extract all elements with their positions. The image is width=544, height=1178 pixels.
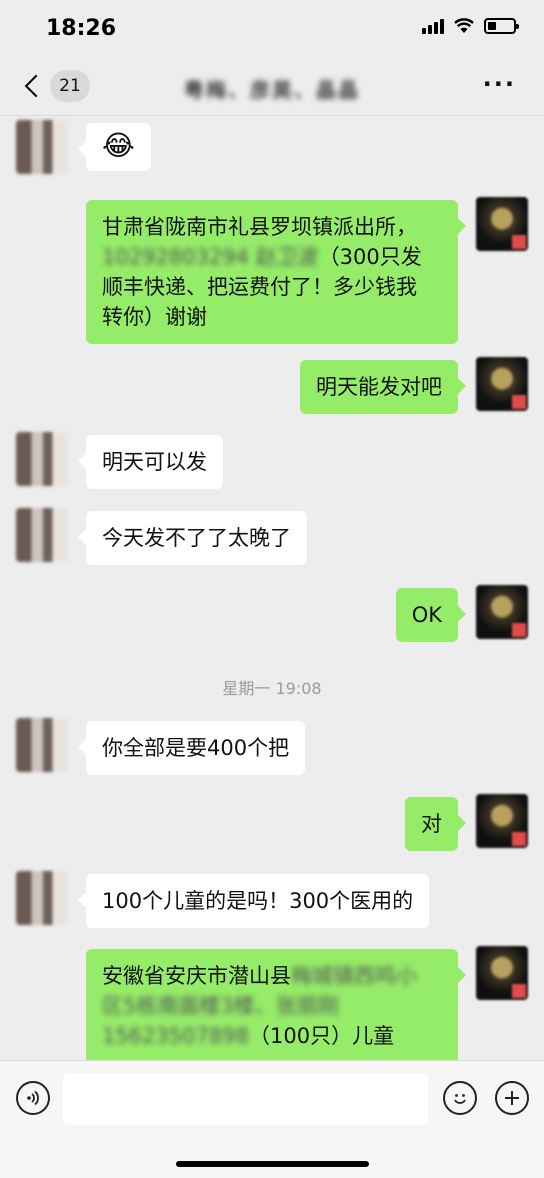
message-input[interactable] (63, 1073, 428, 1125)
message-list[interactable]: 😂 甘肃省陇南市礼县罗坝镇派出所， 10292803294 赵卫波（300只发 … (0, 117, 544, 1060)
avatar[interactable] (16, 718, 68, 772)
avatar[interactable] (16, 871, 68, 925)
avatar[interactable] (16, 508, 68, 562)
battery-icon (484, 18, 519, 34)
message-row: 甘肃省陇南市礼县罗坝镇派出所， 10292803294 赵卫波（300只发 顺丰… (0, 197, 544, 344)
message-text: 你全部是要400个把 (102, 736, 290, 760)
message-bubble[interactable]: 甘肃省陇南市礼县罗坝镇派出所， 10292803294 赵卫波（300只发 顺丰… (86, 200, 466, 344)
message-bubble[interactable]: 安徽省安庆市潜山县梅城镇西鸣小 区5栋南面楼3楼、张丽刚 15623507898… (86, 949, 466, 1060)
message-text: （300只发 (318, 245, 422, 269)
message-row: 对 (0, 794, 544, 852)
chat-title[interactable]: 粤梅、彦昊、晶晶 (0, 74, 544, 103)
chat-header: 21 粤梅、彦昊、晶晶 ··· (0, 58, 544, 116)
message-text-line: 10292803294 赵卫波（300只发 (102, 242, 442, 272)
message-text: （100只）儿童 (248, 1024, 395, 1048)
message-bubble[interactable]: 😂 (78, 123, 151, 171)
message-row: 今天发不了了太晚了 (0, 508, 544, 566)
message-bubble[interactable]: 明天可以发 (78, 435, 223, 489)
message-text-line: 15623507898（100只）儿童 (102, 1021, 442, 1051)
redacted-text: 10292803294 赵卫波 (102, 245, 319, 269)
message-text: 对 (421, 812, 442, 836)
message-bubble[interactable]: OK (395, 588, 467, 642)
message-row: 100个儿童的是吗！300个医用的 (0, 871, 544, 929)
avatar[interactable] (476, 357, 528, 411)
message-text-line: 甘肃省陇南市礼县罗坝镇派出所， (102, 215, 417, 239)
message-row: OK (0, 585, 544, 643)
redacted-text: 区5栋南面楼3楼、张丽刚 (102, 994, 339, 1018)
voice-waves-icon (27, 1090, 39, 1106)
status-bar: 18:26 (0, 0, 544, 58)
message-row: 明天能发对吧 (0, 357, 544, 415)
emoji-icon[interactable] (443, 1081, 477, 1115)
avatar[interactable] (16, 432, 68, 486)
message-text-line: 顺丰快递、把运费付了！多少钱我 (102, 275, 417, 299)
more-button[interactable]: ··· (483, 72, 516, 96)
message-text: 今天发不了了太晚了 (102, 526, 291, 550)
message-row: 你全部是要400个把 (0, 718, 544, 776)
message-text-line: 转你）谢谢 (102, 305, 207, 329)
home-indicator[interactable] (176, 1161, 369, 1167)
wifi-icon (454, 18, 474, 33)
message-bubble[interactable]: 你全部是要400个把 (77, 721, 306, 775)
plus-icon[interactable] (495, 1081, 529, 1115)
message-row: 😂 (0, 120, 544, 178)
avatar[interactable] (476, 946, 528, 1000)
message-bubble[interactable]: 明天能发对吧 (300, 360, 466, 414)
status-icons (422, 18, 519, 34)
message-text: 安徽省安庆市潜山县 (102, 964, 291, 988)
message-text: 100个儿童的是吗！300个医用的 (102, 889, 414, 913)
battery-level (488, 22, 496, 30)
message-text-line: 安徽省安庆市潜山县梅城镇西鸣小 (102, 961, 442, 991)
plus-sign-icon (505, 1091, 519, 1105)
avatar[interactable] (476, 585, 528, 639)
signal-icon (422, 18, 444, 34)
message-bubble[interactable]: 100个儿童的是吗！300个医用的 (77, 874, 430, 928)
avatar[interactable] (476, 794, 528, 848)
message-bubble[interactable]: 对 (405, 797, 466, 851)
redacted-text: 15623507898 (102, 1024, 249, 1048)
message-row: 明天可以发 (0, 432, 544, 490)
message-text: OK (411, 603, 442, 627)
avatar[interactable] (16, 120, 68, 174)
message-bubble[interactable]: 今天发不了了太晚了 (78, 511, 307, 565)
redacted-text: 梅城镇西鸣小 (291, 964, 417, 988)
laughing-emoji-icon: 😂 (102, 129, 135, 162)
message-text: 明天可以发 (102, 450, 207, 474)
message-row: 安徽省安庆市潜山县梅城镇西鸣小 区5栋南面楼3楼、张丽刚 15623507898… (0, 946, 544, 1060)
message-text: 明天能发对吧 (316, 375, 442, 399)
smiley-face-icon (454, 1094, 466, 1104)
status-time: 18:26 (46, 16, 117, 41)
avatar[interactable] (476, 197, 528, 251)
message-text-line: 区5栋南面楼3楼、张丽刚 (102, 991, 442, 1021)
voice-icon[interactable] (16, 1081, 50, 1115)
timestamp: 星期一 19:08 (222, 679, 322, 698)
